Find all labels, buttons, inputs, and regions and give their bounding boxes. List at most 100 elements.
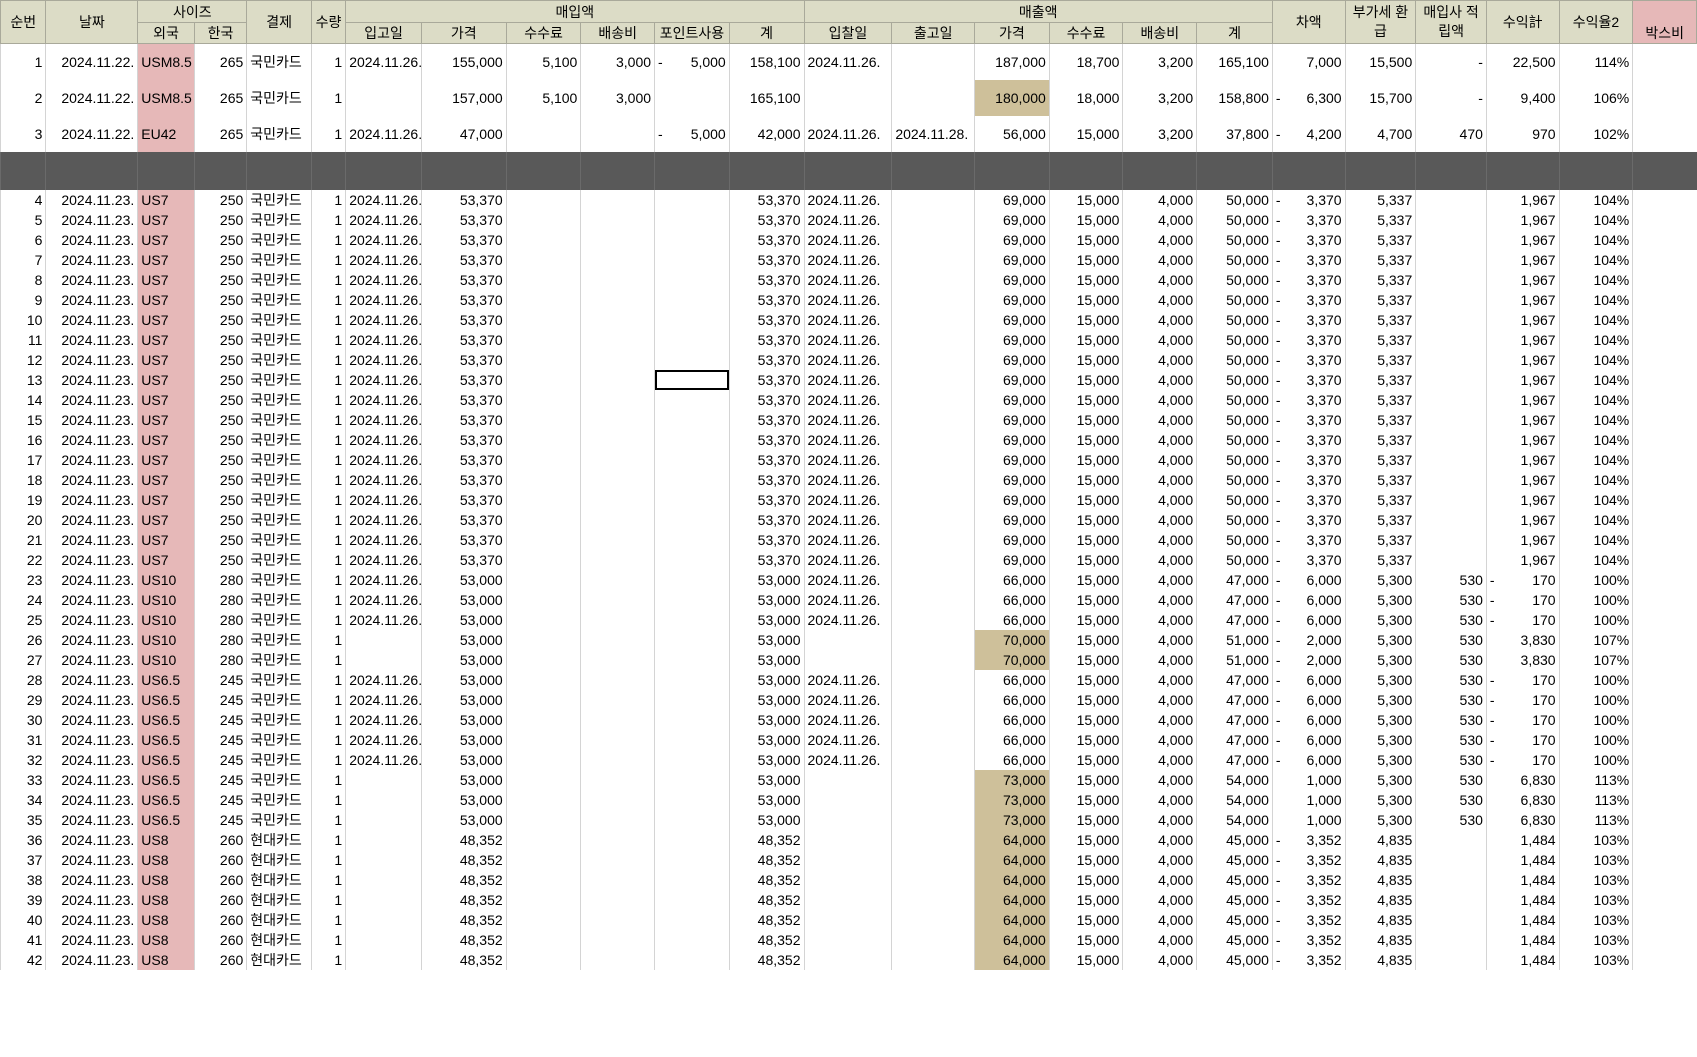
- cell-size-korea[interactable]: 260: [193, 870, 247, 890]
- cell-vat-refund[interactable]: 5,300: [1344, 750, 1416, 770]
- cell-sell-price[interactable]: 69,000: [974, 270, 1050, 290]
- cell-sell-fee[interactable]: 15,000: [1048, 430, 1123, 450]
- col-header-card-points[interactable]: 매입사 적립액: [1415, 0, 1487, 44]
- cell-buy-shipping[interactable]: [580, 650, 655, 670]
- cell-row-number[interactable]: 30: [0, 710, 46, 730]
- cell-buy-shipping[interactable]: [580, 690, 655, 710]
- table-row[interactable]: 26 2024.11.23. US10 280 국민카드 1 53,000 53,000 70,…: [0, 630, 1697, 650]
- cell-buy-price[interactable]: 48,352: [420, 890, 507, 910]
- cell-buy-fee[interactable]: [505, 350, 581, 370]
- cell-buy-fee[interactable]: [505, 116, 581, 152]
- cell-sell-bid-date[interactable]: 2024.11.26.: [803, 210, 892, 230]
- cell-buy-total[interactable]: 42,000: [728, 116, 804, 152]
- cell-sell-out-date[interactable]: [891, 270, 975, 290]
- cell-card-points[interactable]: [1415, 450, 1487, 470]
- cell-size-korea[interactable]: 245: [193, 730, 247, 750]
- cell-payment[interactable]: 국민카드: [246, 710, 312, 730]
- cell-box-cost[interactable]: [1632, 710, 1697, 730]
- cell-payment[interactable]: 국민카드: [246, 250, 312, 270]
- cell-sell-out-date[interactable]: [891, 950, 975, 970]
- table-row[interactable]: 16 2024.11.23. US7 250 국민카드 1 2024.11.26. 53,37…: [0, 430, 1697, 450]
- table-row[interactable]: 39 2024.11.23. US8 260 현대카드 1 48,352 48,352 64,0…: [0, 890, 1697, 910]
- cell-sell-total[interactable]: 47,000: [1196, 670, 1273, 690]
- cell-difference[interactable]: 1,000: [1271, 770, 1346, 790]
- cell-buy-total[interactable]: 48,352: [728, 830, 804, 850]
- cell-buy-in-date[interactable]: 2024.11.26.: [345, 470, 422, 490]
- cell-size-foreign[interactable]: US10: [137, 570, 195, 590]
- cell-sell-total[interactable]: 45,000: [1196, 950, 1273, 970]
- cell-buy-total[interactable]: 48,352: [728, 910, 804, 930]
- cell-profit-rate[interactable]: 103%: [1558, 890, 1633, 910]
- cell-buy-fee[interactable]: [505, 410, 581, 430]
- cell-profit-rate[interactable]: 104%: [1558, 250, 1633, 270]
- cell-date[interactable]: 2024.11.23.: [45, 570, 138, 590]
- cell-sell-shipping[interactable]: 3,200: [1122, 43, 1197, 80]
- cell-row-number[interactable]: 6: [0, 230, 46, 250]
- cell-row-number[interactable]: 24: [0, 590, 46, 610]
- cell-profit-rate[interactable]: 104%: [1558, 410, 1633, 430]
- cell-quantity[interactable]: 1: [310, 930, 346, 950]
- cell-quantity[interactable]: 1: [310, 690, 346, 710]
- cell-size-korea[interactable]: 250: [193, 450, 247, 470]
- table-row[interactable]: 3 2024.11.22. EU42 265 국민카드 1 2024.11.26. 47,00…: [0, 116, 1697, 152]
- col-header-qty[interactable]: 수량: [310, 0, 347, 44]
- cell-box-cost[interactable]: [1632, 690, 1697, 710]
- cell-quantity[interactable]: 1: [310, 530, 346, 550]
- cell-profit-rate[interactable]: 103%: [1558, 850, 1633, 870]
- cell-sell-bid-date[interactable]: 2024.11.26.: [803, 190, 892, 210]
- cell-size-korea[interactable]: 280: [193, 630, 247, 650]
- cell-payment[interactable]: 국민카드: [246, 470, 312, 490]
- cell-buy-price[interactable]: 53,000: [420, 750, 507, 770]
- col-header-size-korea[interactable]: 한국: [193, 22, 248, 44]
- cell-date[interactable]: 2024.11.23.: [45, 650, 138, 670]
- cell-profit-rate[interactable]: 113%: [1558, 770, 1633, 790]
- cell-buy-points[interactable]: [654, 790, 730, 810]
- cell-sell-bid-date[interactable]: [803, 80, 892, 116]
- cell-sell-bid-date[interactable]: [803, 810, 892, 830]
- cell-buy-total[interactable]: 53,370: [728, 510, 804, 530]
- cell-sell-total[interactable]: 47,000: [1196, 610, 1273, 630]
- cell-buy-total[interactable]: 53,000: [728, 650, 804, 670]
- cell-sell-price[interactable]: 70,000: [974, 630, 1050, 650]
- cell-size-korea[interactable]: 260: [193, 950, 247, 970]
- cell-size-foreign[interactable]: US7: [137, 450, 195, 470]
- cell-row-number[interactable]: 35: [0, 810, 46, 830]
- cell-size-foreign[interactable]: US7: [137, 330, 195, 350]
- cell-box-cost[interactable]: [1632, 190, 1697, 210]
- cell-profit-rate[interactable]: 104%: [1558, 330, 1633, 350]
- cell-buy-fee[interactable]: [505, 890, 581, 910]
- cell-buy-points[interactable]: [654, 210, 730, 230]
- cell-sell-fee[interactable]: 15,000: [1048, 570, 1123, 590]
- cell-box-cost[interactable]: [1632, 80, 1697, 116]
- cell-buy-points[interactable]: [654, 80, 730, 116]
- cell-buy-price[interactable]: 48,352: [420, 850, 507, 870]
- cell-buy-price[interactable]: 53,000: [420, 610, 507, 630]
- cell-buy-price[interactable]: 48,352: [420, 830, 507, 850]
- cell-sell-bid-date[interactable]: 2024.11.26.: [803, 610, 892, 630]
- cell-sell-out-date[interactable]: [891, 370, 975, 390]
- cell-buy-fee[interactable]: [505, 390, 581, 410]
- cell-sell-out-date[interactable]: [891, 390, 975, 410]
- cell-sell-price[interactable]: 69,000: [974, 490, 1050, 510]
- cell-difference[interactable]: -6,000: [1271, 730, 1346, 750]
- cell-buy-fee[interactable]: [505, 510, 581, 530]
- cell-card-points[interactable]: [1415, 490, 1487, 510]
- cell-sell-bid-date[interactable]: [803, 650, 892, 670]
- cell-vat-refund[interactable]: 5,337: [1344, 190, 1416, 210]
- cell-buy-shipping[interactable]: [580, 770, 655, 790]
- cell-sell-price[interactable]: 66,000: [974, 590, 1050, 610]
- cell-buy-in-date[interactable]: 2024.11.26.: [345, 550, 422, 570]
- cell-buy-total[interactable]: 53,000: [728, 770, 804, 790]
- cell-buy-price[interactable]: 53,000: [420, 590, 507, 610]
- cell-date[interactable]: 2024.11.23.: [45, 590, 138, 610]
- cell-buy-price[interactable]: 53,370: [420, 370, 507, 390]
- cell-size-foreign[interactable]: USM8.5: [137, 80, 195, 116]
- cell-card-points[interactable]: 530: [1415, 790, 1487, 810]
- cell-sell-bid-date[interactable]: [803, 850, 892, 870]
- cell-date[interactable]: 2024.11.23.: [45, 290, 138, 310]
- cell-buy-shipping[interactable]: [580, 850, 655, 870]
- cell-buy-total[interactable]: 53,370: [728, 470, 804, 490]
- cell-card-points[interactable]: 530: [1415, 630, 1487, 650]
- cell-buy-points[interactable]: [654, 450, 730, 470]
- cell-sell-fee[interactable]: 15,000: [1048, 116, 1123, 152]
